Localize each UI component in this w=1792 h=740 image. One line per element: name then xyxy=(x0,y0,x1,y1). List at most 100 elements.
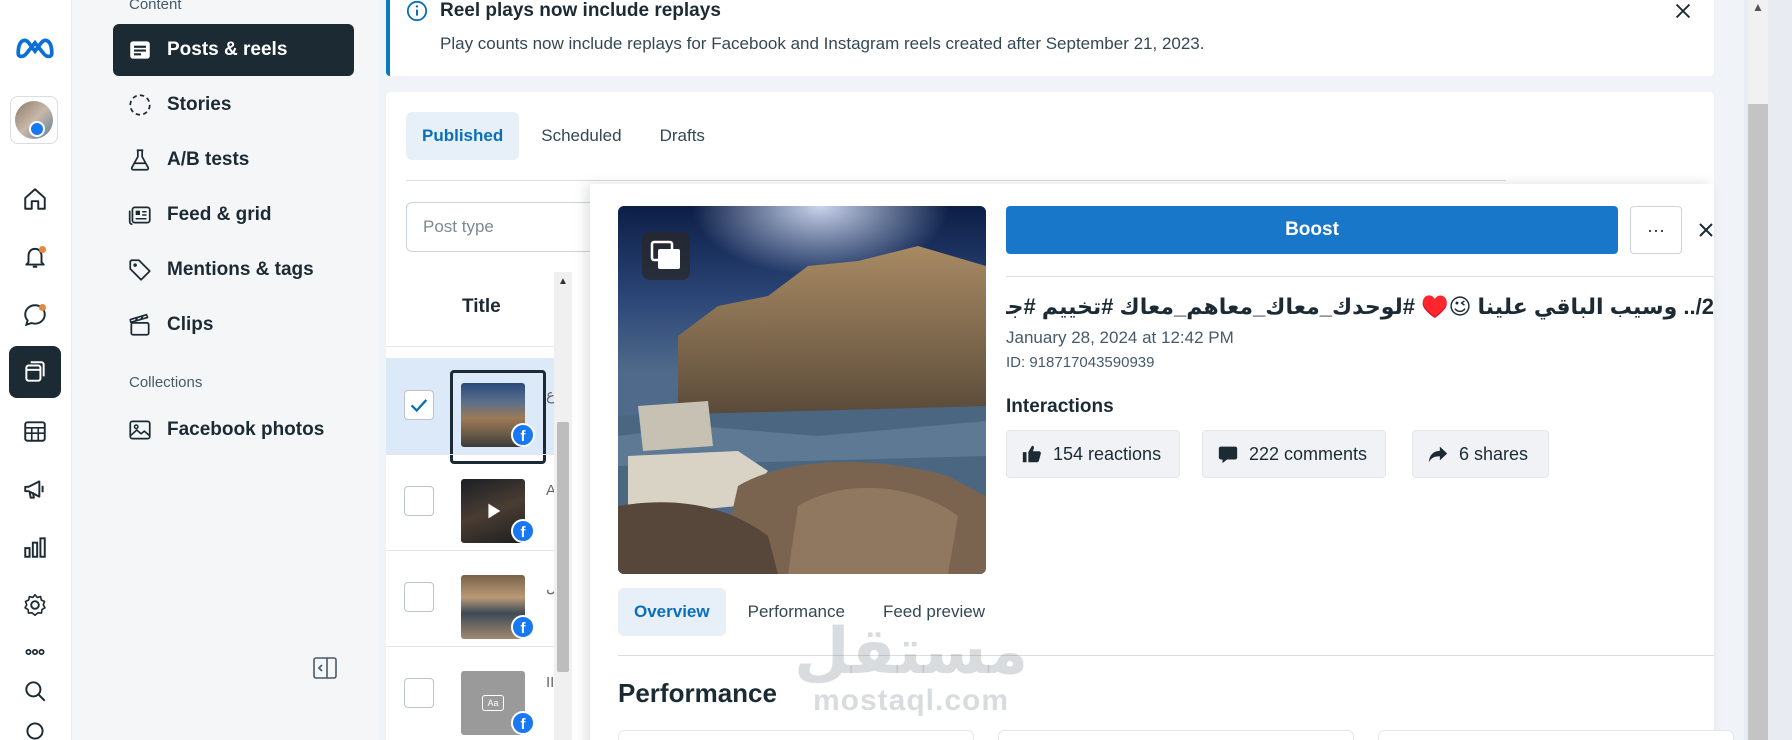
nav-item-posts-reels[interactable]: Posts & reels xyxy=(113,24,354,76)
facebook-badge-icon: f xyxy=(511,711,535,735)
settings-gear-icon[interactable] xyxy=(14,584,56,626)
facebook-badge-icon: f xyxy=(511,423,535,447)
scroll-up-arrow-icon[interactable]: ▲ xyxy=(558,276,568,287)
meta-logo-icon[interactable] xyxy=(14,26,56,68)
header-divider xyxy=(1006,276,1714,277)
banner-title: Reel plays now include replays xyxy=(440,0,721,21)
reactions-stat[interactable]: 154 reactions xyxy=(1006,430,1181,478)
table-row[interactable]: f ل xyxy=(386,550,556,646)
performance-card xyxy=(1378,730,1734,740)
post-caption: 2/.. وسيب الباقي علينا 😉♥️ #لوحدك_معاك_م… xyxy=(1006,294,1714,319)
collapse-sidebar-icon[interactable] xyxy=(312,656,338,680)
nav-item-label: Facebook photos xyxy=(167,419,325,440)
boost-button[interactable]: Boost xyxy=(1006,206,1618,254)
comment-icon xyxy=(1218,446,1238,464)
post-thumbnail[interactable]: f xyxy=(450,466,546,560)
header-divider xyxy=(386,346,572,347)
scrollbar-thumb[interactable] xyxy=(557,422,569,672)
inbox-dot xyxy=(39,304,46,311)
inbox-icon[interactable] xyxy=(14,294,56,336)
column-header-title[interactable]: Title xyxy=(462,296,501,318)
post-type-filter[interactable]: Post type xyxy=(406,202,606,252)
performance-card xyxy=(998,730,1354,740)
post-photo xyxy=(618,206,986,574)
nav-item-stories[interactable]: Stories xyxy=(113,79,354,131)
facebook-badge-icon: f xyxy=(511,615,535,639)
text-post-icon: Aa xyxy=(482,695,504,711)
home-icon[interactable] xyxy=(14,178,56,220)
nav-item-ab-tests[interactable]: A/B tests xyxy=(113,134,354,186)
facebook-badge-icon: f xyxy=(511,519,535,543)
table-row[interactable]: Aa f II xyxy=(386,646,554,740)
help-settings-icon[interactable] xyxy=(14,722,56,740)
comments-count: 222 comments xyxy=(1249,443,1368,464)
scrollbar-thumb[interactable] xyxy=(1748,104,1768,740)
checkmark-icon xyxy=(410,399,428,413)
row-checkbox[interactable] xyxy=(404,486,434,516)
post-id: ID: 918717043590939 xyxy=(1006,354,1155,371)
share-arrow-icon xyxy=(1428,446,1448,463)
row-checkbox[interactable] xyxy=(404,678,434,708)
reactions-count: 154 reactions xyxy=(1053,443,1162,464)
table-scrollbar[interactable]: ▲ xyxy=(554,272,572,740)
section-collections-label: Collections xyxy=(129,374,203,391)
multi-photo-icon xyxy=(642,232,690,280)
scroll-up-arrow-icon[interactable]: ▲ xyxy=(1752,0,1764,14)
nav-item-clips[interactable]: Clips xyxy=(113,299,354,351)
nav-item-mentions-tags[interactable]: Mentions & tags xyxy=(113,244,354,296)
tab-published[interactable]: Published xyxy=(406,112,520,160)
thumbs-up-icon xyxy=(1022,445,1041,463)
window-scrollbar[interactable]: ▲ xyxy=(1744,0,1792,740)
comments-stat[interactable]: 222 comments xyxy=(1202,430,1387,478)
performance-card xyxy=(618,730,974,740)
shares-count: 6 shares xyxy=(1459,443,1529,464)
ads-megaphone-icon[interactable] xyxy=(14,468,56,510)
row-checkbox[interactable] xyxy=(404,582,434,612)
insights-chart-icon[interactable] xyxy=(14,526,56,568)
nav-item-label: Mentions & tags xyxy=(167,259,314,280)
nav-item-facebook-photos[interactable]: Facebook photos xyxy=(113,404,354,456)
search-icon[interactable] xyxy=(14,670,56,712)
shares-stat[interactable]: 6 shares xyxy=(1412,430,1550,478)
banner-text: Play counts now include replays for Face… xyxy=(440,34,1205,53)
nav-item-label: Feed & grid xyxy=(167,204,272,225)
clapper-icon xyxy=(129,313,150,336)
interactions-heading: Interactions xyxy=(1006,396,1114,417)
performance-heading: Performance xyxy=(618,678,777,708)
tab-scheduled[interactable]: Scheduled xyxy=(525,112,637,160)
all-tools-icon[interactable] xyxy=(14,642,56,662)
feed-grid-icon xyxy=(128,206,151,226)
section-content-label: Content xyxy=(129,0,182,13)
tab-drafts[interactable]: Drafts xyxy=(644,112,721,160)
close-icon[interactable] xyxy=(1672,0,1694,22)
nav-item-feed-grid[interactable]: Feed & grid xyxy=(113,189,354,241)
watermark: مستقل mostaql.com xyxy=(794,620,1028,718)
tabs-divider xyxy=(618,655,1714,656)
row-checkbox[interactable] xyxy=(404,390,434,420)
tab-overview[interactable]: Overview xyxy=(618,588,726,636)
flask-icon xyxy=(130,149,150,171)
post-date: January 28, 2024 at 12:42 PM xyxy=(1006,328,1234,347)
content-nav-panel: Content Posts & reels Stories A/B tests … xyxy=(72,0,378,740)
photo-icon xyxy=(129,420,151,440)
table-row[interactable]: f ع xyxy=(386,358,555,464)
close-panel-icon[interactable] xyxy=(1694,214,1718,246)
watermark-arabic: مستقل xyxy=(794,615,1029,689)
tag-icon xyxy=(129,259,151,281)
more-options-button[interactable]: ··· xyxy=(1630,206,1682,254)
watermark-latin: mostaql.com xyxy=(813,684,1010,717)
content-icon[interactable] xyxy=(9,346,61,398)
post-thumbnail[interactable]: f xyxy=(450,370,546,464)
post-type-placeholder: Post type xyxy=(423,217,494,236)
planner-icon[interactable] xyxy=(14,410,56,452)
table-row[interactable]: f A xyxy=(386,454,556,550)
notifications-icon[interactable] xyxy=(14,236,56,278)
nav-item-label: Posts & reels xyxy=(167,39,288,60)
posts-icon xyxy=(130,41,150,59)
page-avatar[interactable] xyxy=(10,96,58,144)
post-thumbnail[interactable]: f xyxy=(450,562,546,656)
post-thumbnail[interactable]: Aa f xyxy=(450,658,546,740)
icon-rail xyxy=(0,0,72,740)
notification-dot xyxy=(39,246,46,253)
stories-icon xyxy=(129,94,151,116)
